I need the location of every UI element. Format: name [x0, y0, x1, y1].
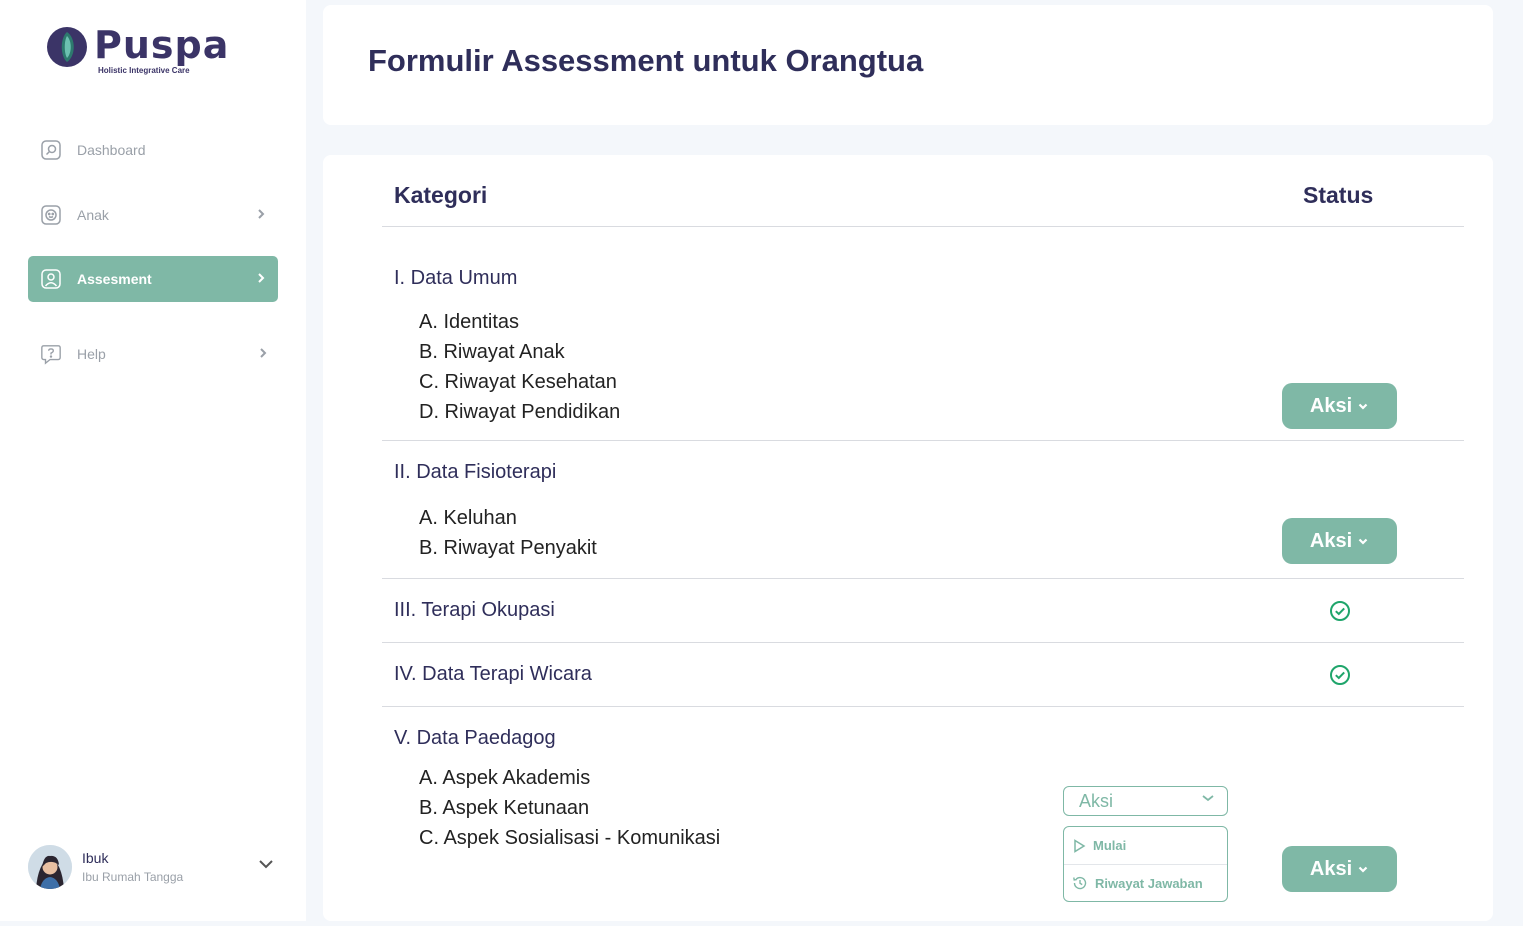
check-circle-icon	[1330, 665, 1350, 685]
menu-item-label: Riwayat Jawaban	[1095, 875, 1203, 891]
check-circle-icon	[1330, 601, 1350, 621]
aksi-dropdown-menu: Mulai Riwayat Jawaban	[1063, 826, 1228, 902]
divider	[382, 440, 1464, 441]
list-item: C. Aspek Sosialisasi - Komunikasi	[419, 827, 721, 849]
menu-item-riwayat-jawaban[interactable]: Riwayat Jawaban	[1064, 864, 1227, 901]
help-bubble-icon	[40, 343, 62, 365]
avatar	[28, 845, 72, 889]
chevron-down-icon	[1358, 403, 1368, 410]
play-icon	[1074, 838, 1086, 853]
profile-name: Ibuk	[82, 850, 109, 866]
aksi-button-data-paedagog[interactable]: Aksi	[1282, 846, 1397, 892]
profile-role: Ibu Rumah Tangga	[82, 870, 184, 884]
page-header: Formulir Assessment untuk Orangtua	[323, 5, 1493, 125]
list-item: B. Riwayat Penyakit	[419, 537, 597, 559]
brand-logo[interactable]: Puspa Holistic Integrative Care	[46, 26, 229, 75]
aksi-dropdown-label: Aksi	[1079, 791, 1114, 811]
list-item: A. Identitas	[419, 311, 520, 333]
list-item: C. Riwayat Kesehatan	[419, 371, 617, 393]
dashboard-icon	[40, 139, 62, 161]
list-item: D. Riwayat Pendidikan	[419, 401, 621, 423]
aksi-button-data-fisioterapi[interactable]: Aksi	[1282, 518, 1397, 564]
divider	[382, 706, 1464, 707]
user-card-icon	[40, 268, 62, 290]
chevron-down-icon	[1202, 795, 1214, 802]
child-face-icon	[40, 204, 62, 226]
list-item: B. Riwayat Anak	[419, 341, 565, 363]
sidebar-item-assesment[interactable]: Assesment	[28, 256, 278, 302]
sidebar-item-label: Help	[77, 346, 106, 362]
puspa-logo-icon	[47, 27, 87, 67]
sidebar-item-dashboard[interactable]: Dashboard	[28, 127, 278, 173]
sidebar-item-anak[interactable]: Anak	[28, 192, 278, 238]
history-icon	[1073, 876, 1087, 890]
aksi-dropdown-select[interactable]: Aksi	[1063, 786, 1228, 816]
section-title-data-paedagog: V. Data Paedagog	[394, 727, 556, 749]
column-header-status: Status	[1303, 182, 1374, 208]
section-title-data-umum: I. Data Umum	[394, 267, 518, 289]
page-title: Formulir Assessment untuk Orangtua	[368, 43, 924, 78]
aksi-button-label: Aksi	[1309, 529, 1353, 552]
sidebar-item-label: Dashboard	[77, 142, 146, 158]
brand-tagline: Holistic Integrative Care	[98, 66, 190, 75]
sidebar: Puspa Holistic Integrative Care Dashboar…	[0, 0, 306, 921]
aksi-button-data-umum[interactable]: Aksi	[1282, 383, 1397, 429]
column-header-kategori: Kategori	[394, 182, 488, 208]
sidebar-item-label: Anak	[77, 207, 109, 223]
user-profile[interactable]: Ibuk Ibu Rumah Tangga	[28, 840, 280, 894]
menu-item-label: Mulai	[1093, 838, 1127, 853]
chevron-right-icon	[258, 273, 265, 283]
divider	[382, 578, 1464, 579]
chevron-down-icon	[1358, 538, 1368, 545]
aksi-button-label: Aksi	[1309, 394, 1353, 417]
chevron-down-icon[interactable]	[256, 854, 276, 874]
section-title-data-fisioterapi: II. Data Fisioterapi	[394, 461, 557, 483]
list-item: B. Aspek Ketunaan	[419, 797, 590, 819]
divider	[382, 642, 1464, 643]
list-item: A. Aspek Akademis	[419, 767, 591, 789]
chevron-right-icon	[260, 348, 267, 358]
brand-name: Puspa	[94, 23, 230, 67]
divider	[382, 226, 1464, 227]
chevron-down-icon	[1358, 866, 1368, 873]
chevron-right-icon	[258, 209, 265, 219]
assessment-table: Kategori Status I. Data Umum A. Identita…	[323, 155, 1493, 921]
sidebar-item-label: Assesment	[77, 271, 152, 287]
section-title-terapi-okupasi: III. Terapi Okupasi	[394, 599, 555, 621]
menu-item-mulai[interactable]: Mulai	[1064, 827, 1227, 864]
sidebar-item-help[interactable]: Help	[28, 331, 278, 377]
section-title-terapi-wicara: IV. Data Terapi Wicara	[394, 663, 592, 685]
aksi-button-label: Aksi	[1309, 857, 1353, 880]
list-item: A. Keluhan	[419, 507, 517, 529]
